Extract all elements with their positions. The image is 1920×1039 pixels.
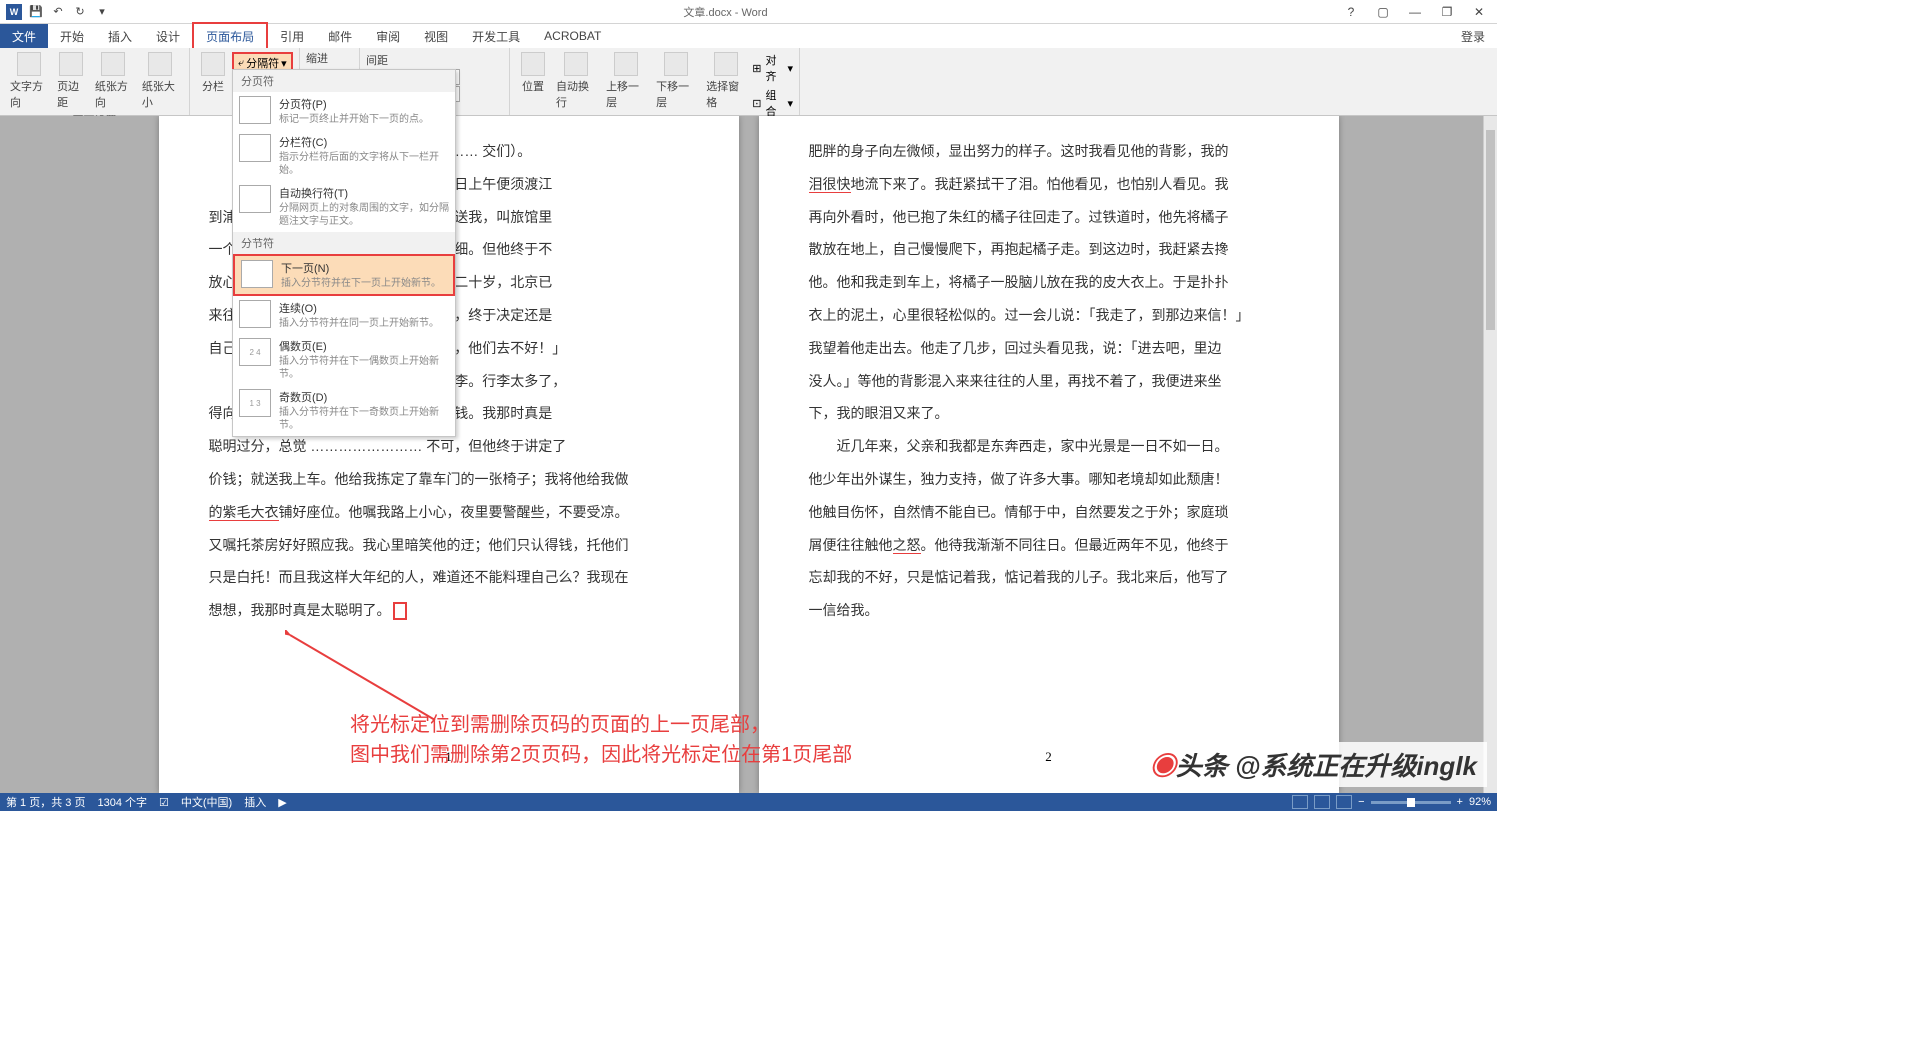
indent-label: 缩进 <box>306 50 328 66</box>
status-macro-icon[interactable]: ▶ <box>278 796 286 809</box>
cursor-marker <box>393 602 407 620</box>
text-direction-button[interactable]: 文字方向 <box>6 50 51 112</box>
even-page-break-item[interactable]: 2 4 偶数页(E)插入分节符并在下一偶数页上开始新节。 <box>233 334 455 385</box>
minimize-button[interactable]: — <box>1403 2 1427 22</box>
scrollbar-thumb[interactable] <box>1486 130 1495 330</box>
restore-button[interactable]: ❐ <box>1435 2 1459 22</box>
ribbon-options-button[interactable]: ▢ <box>1371 2 1395 22</box>
text-wrap-break-item[interactable]: 自动换行符(T)分隔网页上的对象周围的文字，如分隔题注文字与正文。 <box>233 181 455 232</box>
underlined-text-3: 之怒 <box>893 537 921 554</box>
continuous-icon <box>239 300 271 328</box>
wrap-button[interactable]: 自动换行 <box>552 50 600 112</box>
tab-file[interactable]: 文件 <box>0 24 48 49</box>
undo-button[interactable]: ↶ <box>48 2 68 22</box>
tab-page-layout[interactable]: 页面布局 <box>192 22 268 51</box>
title-bar: W 💾 ↶ ↻ ▾ 文章.docx - Word ? ▢ — ❐ ✕ <box>0 0 1497 24</box>
tab-review[interactable]: 审阅 <box>364 24 412 49</box>
view-web-layout[interactable] <box>1336 795 1352 809</box>
tab-references[interactable]: 引用 <box>268 24 316 49</box>
page-number-2: 2 <box>1045 749 1052 765</box>
annotation-text: 将光标定位到需删除页码的页面的上一页尾部， 图中我们需删除第2页页码，因此将光标… <box>350 710 852 770</box>
ribbon-tabs: 文件 开始 插入 设计 页面布局 引用 邮件 审阅 视图 开发工具 ACROBA… <box>0 24 1497 48</box>
zoom-slider[interactable] <box>1371 801 1451 804</box>
status-proofing-icon[interactable]: ☑ <box>159 796 169 809</box>
tab-home[interactable]: 开始 <box>48 24 96 49</box>
selection-pane-button[interactable]: 选择窗格 <box>702 50 750 112</box>
tab-developer[interactable]: 开发工具 <box>460 24 532 49</box>
view-read-mode[interactable] <box>1292 795 1308 809</box>
orientation-button[interactable]: 纸张方向 <box>91 50 136 112</box>
odd-page-icon: 1 3 <box>239 389 271 417</box>
column-break-icon <box>239 134 271 162</box>
ribbon: 文字方向 页边距 纸张方向 纸张大小 页面设置 分栏 ⤶分隔符▾ 缩进 间距 ‡… <box>0 48 1497 116</box>
status-page[interactable]: 第 1 页，共 3 页 <box>6 794 85 810</box>
next-page-break-item[interactable]: 下一页(N)插入分节符并在下一页上开始新节。 <box>233 254 455 296</box>
underlined-text-2: 泪很快 <box>809 176 851 193</box>
section-breaks-section-header: 分节符 <box>233 232 455 254</box>
group-button[interactable]: ⊡组合▾ <box>752 87 793 119</box>
document-area[interactable]: 求安到南京 ……………………………… 交们）。 到南京时 …………………… ；第… <box>0 116 1497 793</box>
status-word-count[interactable]: 1304 个字 <box>97 794 147 810</box>
tab-view[interactable]: 视图 <box>412 24 460 49</box>
status-insert-mode[interactable]: 插入 <box>244 794 266 810</box>
redo-button[interactable]: ↻ <box>70 2 90 22</box>
status-language[interactable]: 中文(中国) <box>181 794 232 810</box>
help-button[interactable]: ? <box>1339 2 1363 22</box>
continuous-break-item[interactable]: 连续(O)插入分节符并在同一页上开始新节。 <box>233 296 455 334</box>
page-2[interactable]: 肥胖的身子向左微倾，显出努力的样子。这时我看见他的背影，我的 泪很快地流下来了。… <box>759 116 1339 793</box>
page-2-content[interactable]: 肥胖的身子向左微倾，显出努力的样子。这时我看见他的背影，我的 泪很快地流下来了。… <box>809 136 1289 626</box>
word-app-icon[interactable]: W <box>4 2 24 22</box>
save-button[interactable]: 💾 <box>26 2 46 22</box>
spacing-label: 间距 <box>366 52 388 68</box>
margins-button[interactable]: 页边距 <box>53 50 89 112</box>
align-button[interactable]: ⊞对齐▾ <box>752 52 793 84</box>
send-backward-button[interactable]: 下移一层 <box>652 50 700 112</box>
watermark: ◉头条 @系统正在升级inglk <box>1140 742 1487 787</box>
text-wrap-icon <box>239 185 271 213</box>
page-breaks-section-header: 分页符 <box>233 70 455 92</box>
view-print-layout[interactable] <box>1314 795 1330 809</box>
zoom-in-button[interactable]: + <box>1457 796 1463 808</box>
document-title: 文章.docx - Word <box>112 4 1339 20</box>
underlined-text-1: 的紫毛大衣 <box>209 504 279 521</box>
odd-page-break-item[interactable]: 1 3 奇数页(D)插入分节符并在下一奇数页上开始新节。 <box>233 385 455 436</box>
page-break-item[interactable]: 分页符(P)标记一页终止并开始下一页的点。 <box>233 92 455 130</box>
position-button[interactable]: 位置 <box>516 50 550 96</box>
login-link[interactable]: 登录 <box>1461 28 1497 45</box>
quick-access-toolbar: W 💾 ↶ ↻ ▾ <box>0 2 112 22</box>
vertical-scrollbar[interactable] <box>1483 116 1497 793</box>
zoom-level[interactable]: 92% <box>1469 796 1491 808</box>
bring-forward-button[interactable]: 上移一层 <box>602 50 650 112</box>
zoom-out-button[interactable]: − <box>1358 796 1364 808</box>
next-page-icon <box>241 260 273 288</box>
tab-insert[interactable]: 插入 <box>96 24 144 49</box>
size-button[interactable]: 纸张大小 <box>138 50 183 112</box>
tab-mailings[interactable]: 邮件 <box>316 24 364 49</box>
close-button[interactable]: ✕ <box>1467 2 1491 22</box>
even-page-icon: 2 4 <box>239 338 271 366</box>
breaks-dropdown: 分页符 分页符(P)标记一页终止并开始下一页的点。 分栏符(C)指示分栏符后面的… <box>232 69 456 437</box>
column-break-item[interactable]: 分栏符(C)指示分栏符后面的文字将从下一栏开始。 <box>233 130 455 181</box>
tab-acrobat[interactable]: ACROBAT <box>532 25 613 47</box>
page-break-icon <box>239 96 271 124</box>
qat-customize-icon[interactable]: ▾ <box>92 2 112 22</box>
status-bar: 第 1 页，共 3 页 1304 个字 ☑ 中文(中国) 插入 ▶ − + 92… <box>0 793 1497 811</box>
tab-design[interactable]: 设计 <box>144 24 192 49</box>
columns-button[interactable]: 分栏 <box>196 50 230 96</box>
